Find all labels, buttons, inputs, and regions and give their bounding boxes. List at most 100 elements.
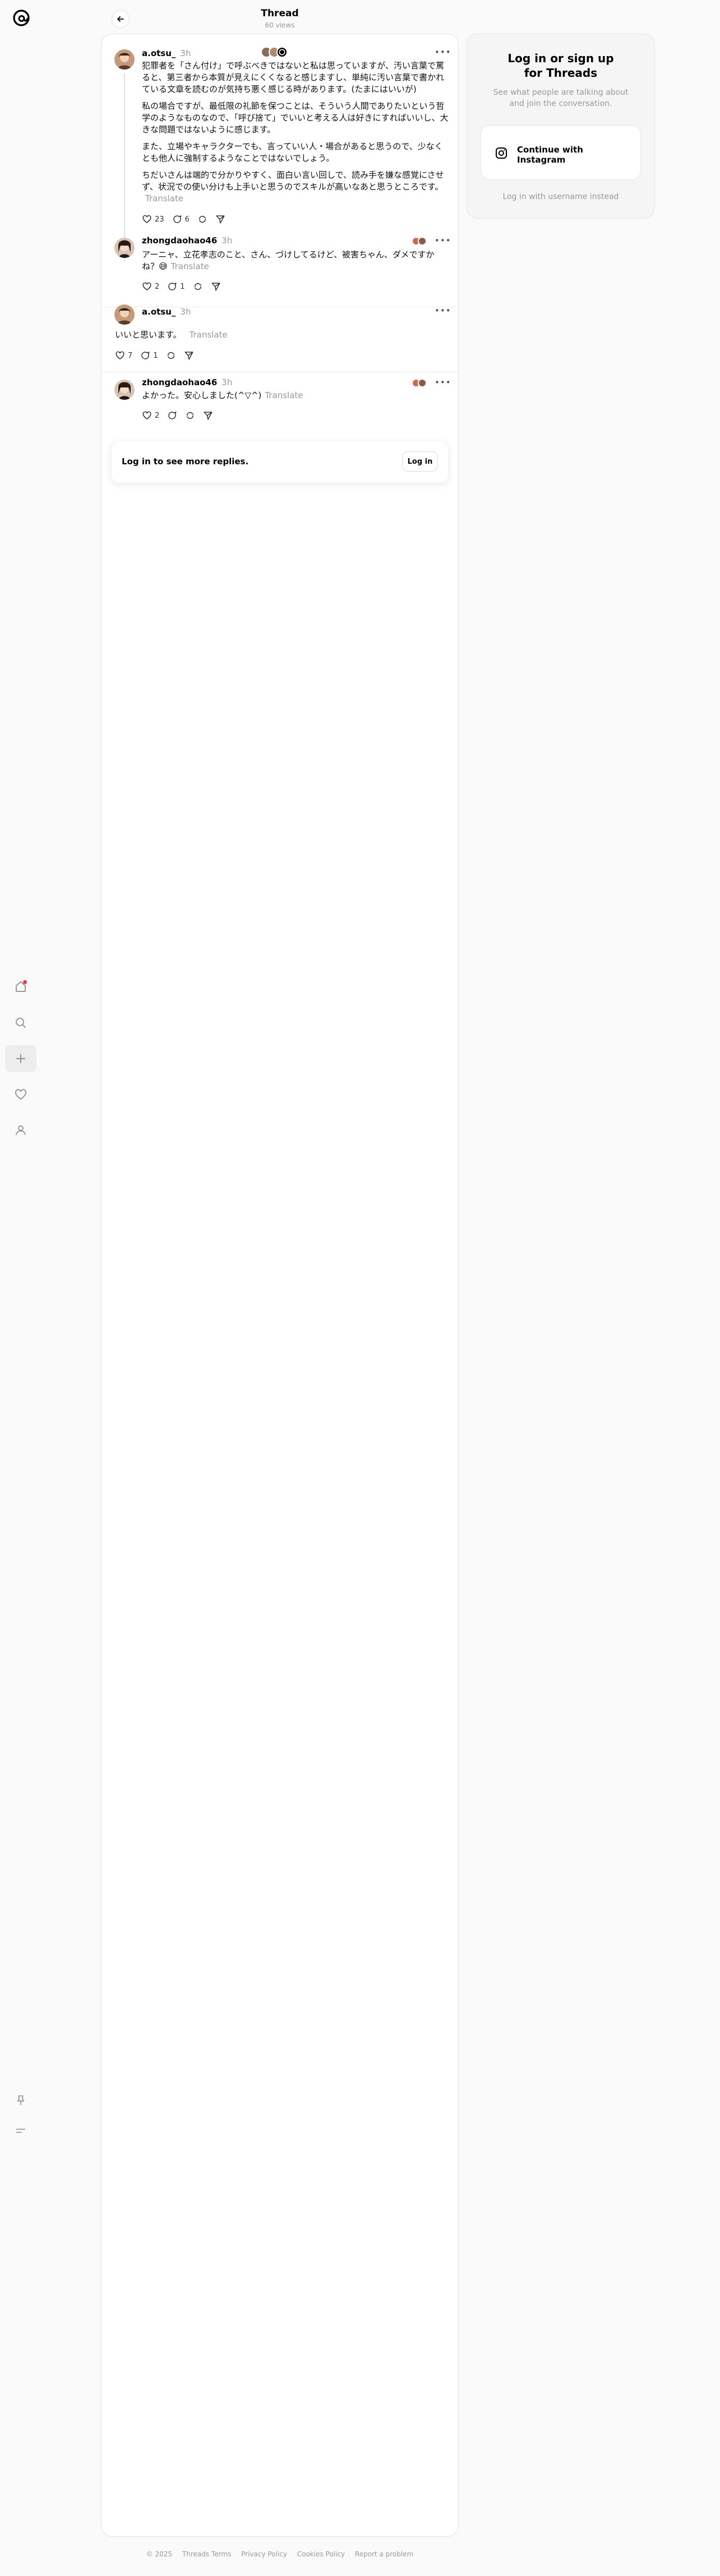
reply-button[interactable]: 1 [140, 350, 158, 361]
repost-button[interactable] [193, 281, 203, 292]
profile-icon [16, 1125, 26, 1135]
translate-link[interactable]: Translate [171, 261, 209, 271]
post-time: 3h [180, 307, 191, 317]
repost-icon [199, 215, 206, 223]
nav-pin[interactable] [5, 2087, 36, 2114]
more-options-button[interactable]: ••• [435, 236, 451, 246]
post-paragraph: 犯罪者を「さん付け」で呼ぶべきではないと私は思っていますが、汚い言葉で罵ると、第… [142, 61, 445, 94]
post-username[interactable]: a.otsu_ 3h [142, 307, 191, 317]
avatar[interactable] [114, 49, 135, 70]
footer-link-report[interactable]: Report a problem [355, 2550, 413, 2558]
footer-link-privacy[interactable]: Privacy Policy [241, 2550, 287, 2558]
post-paragraph: また、立場やキャラクターでも、言っていい人・場合があると思うので、少なくとも他人… [142, 141, 443, 163]
repost-icon [187, 412, 194, 419]
reply-count: 1 [153, 351, 158, 360]
post-body: いいと思います。 Translate [115, 329, 440, 341]
footer-copyright: © 2025 [146, 2550, 173, 2558]
like-count: 7 [128, 351, 133, 360]
reply-avatars [261, 47, 288, 58]
post-actions: 7 1 [115, 350, 194, 361]
repost-icon [194, 283, 201, 290]
share-button[interactable] [211, 281, 221, 292]
send-icon [204, 412, 213, 420]
nav-menu[interactable] [5, 2117, 36, 2144]
more-options-button[interactable]: ••• [435, 306, 451, 316]
reply-button[interactable]: 1 [167, 281, 185, 292]
share-button[interactable] [203, 410, 213, 421]
like-count: 23 [155, 215, 164, 224]
post-paragraph: ちだいさんは端的で分かりやすく、面白い言い回しで、読み手を嫌な感覚にさせず、状況… [142, 170, 444, 192]
translate-link[interactable]: Translate [190, 330, 228, 340]
post-username[interactable]: zhongdaohao46 3h [142, 377, 232, 387]
menu-icon [16, 2129, 26, 2133]
nav-profile[interactable] [5, 1117, 36, 1144]
translate-link[interactable]: Translate [265, 390, 303, 400]
heart-icon [116, 351, 124, 359]
post-username[interactable]: zhongdaohao46 3h [142, 236, 232, 246]
heart-icon [15, 1089, 27, 1100]
post-time: 3h [221, 236, 233, 246]
thread-header: Thread 60 views [101, 6, 459, 33]
share-button[interactable] [184, 350, 194, 361]
post-text: よかった。安心しました(^▽^) [142, 390, 262, 400]
like-button[interactable]: 2 [142, 281, 159, 292]
post-body: アーニャ、立花孝志のこと、さん、づけしてるけど、被害ちゃん、ダメですかね？😅 Tr… [142, 249, 449, 273]
reply-count: 6 [184, 215, 190, 224]
repost-button[interactable] [197, 214, 207, 224]
reply-count: 1 [180, 282, 185, 291]
send-icon [216, 215, 225, 224]
send-icon [184, 352, 193, 360]
avatar[interactable] [114, 238, 135, 258]
more-options-button[interactable]: ••• [435, 47, 451, 57]
nav-home[interactable] [5, 973, 36, 1000]
notification-dot [23, 980, 27, 984]
search-icon [16, 1018, 26, 1028]
post-actions: 23 6 [142, 214, 225, 224]
reply-avatars [412, 237, 427, 246]
post-username[interactable]: a.otsu_ 3h [142, 48, 191, 58]
comment-icon [141, 352, 150, 359]
more-options-button[interactable]: ••• [435, 377, 451, 387]
like-count: 2 [155, 411, 160, 420]
view-count: 60 views [265, 21, 295, 29]
repost-button[interactable] [166, 350, 176, 361]
send-icon [211, 283, 220, 291]
login-button[interactable]: Log in [402, 451, 438, 472]
thread-line [124, 73, 125, 262]
thread-feed: a.otsu_ 3h ••• 犯罪者を「さん付け」で呼ぶべきではないと私は思ってい… [101, 34, 459, 2537]
post-body: 犯罪者を「さん付け」で呼ぶべきではないと私は思っていますが、汚い言葉で罵ると、第… [142, 60, 449, 205]
reply-button[interactable]: 6 [172, 214, 190, 224]
post-paragraph: 私の場合ですが、最低限の礼節を保つことは、そういう人間でありたいという哲学のよう… [142, 101, 449, 135]
post-time: 3h [221, 377, 233, 387]
nav-create[interactable] [5, 1045, 36, 1072]
login-prompt-card: Log in to see more replies. Log in [112, 441, 448, 483]
heart-icon [142, 411, 151, 419]
heart-icon [142, 282, 151, 290]
nav-search[interactable] [5, 1009, 36, 1036]
post-body: よかった。安心しました(^▽^) Translate [142, 390, 449, 401]
footer-link-terms[interactable]: Threads Terms [182, 2550, 231, 2558]
instagram-button-label: Continue with Instagram [517, 145, 583, 165]
repost-button[interactable] [185, 410, 195, 421]
like-button[interactable]: 2 [142, 410, 159, 421]
pin-icon [17, 2095, 25, 2106]
avatar[interactable] [114, 304, 135, 325]
repost-icon [167, 352, 174, 359]
like-button[interactable]: 7 [115, 350, 132, 361]
comment-icon [173, 215, 182, 223]
threads-logo[interactable] [11, 8, 31, 28]
post-actions: 2 1 [142, 281, 221, 292]
post-time: 3h [180, 48, 191, 58]
post-actions: 2 [142, 410, 213, 421]
instagram-icon [495, 146, 508, 162]
like-button[interactable]: 23 [142, 214, 164, 224]
continue-with-instagram-button[interactable]: Continue with Instagram [481, 125, 641, 180]
footer-link-cookies[interactable]: Cookies Policy [297, 2550, 345, 2558]
translate-link[interactable]: Translate [145, 193, 183, 204]
sidebar-subtitle: See what people are talking about and jo… [493, 88, 629, 108]
nav-activity[interactable] [5, 1081, 36, 1108]
share-button[interactable] [215, 214, 225, 224]
reply-button[interactable] [167, 410, 177, 421]
username-login-link[interactable]: Log in with username instead [467, 192, 654, 201]
avatar[interactable] [114, 380, 135, 400]
